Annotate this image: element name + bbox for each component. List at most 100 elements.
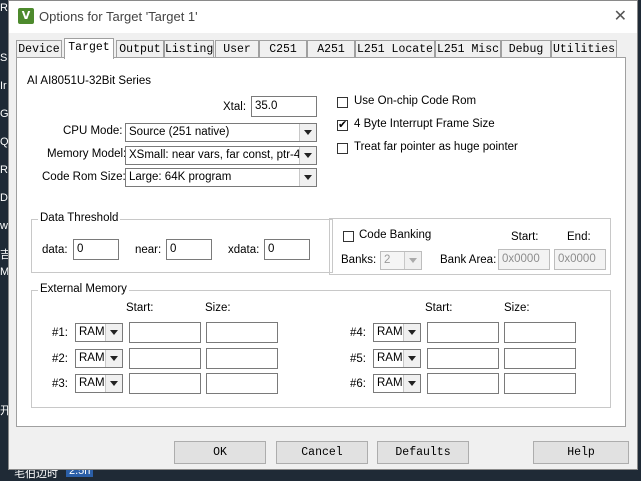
chevron-down-icon[interactable] [105,375,122,392]
ext-mem-type-select[interactable]: RAM [75,349,123,368]
chevron-down-icon[interactable] [299,147,316,164]
chevron-down-icon[interactable] [105,350,122,367]
ext-mem-start-input[interactable] [129,322,201,343]
code-rom-size-value: Large: 64K program [129,171,232,183]
ext-mem-type-select[interactable]: RAM [75,323,123,342]
background-text: R [0,2,8,14]
use-onchip-rom-label[interactable]: Use On-chip Code Rom [354,95,476,107]
ext-mem-size-input[interactable] [206,322,278,343]
window-title: Options for Target 'Target 1' [39,9,198,24]
code-rom-size-select[interactable]: Large: 64K program [125,168,317,187]
far-pointer-huge-checkbox[interactable] [337,143,348,154]
data-threshold-title: Data Threshold [38,212,121,224]
bank-start-label: Start: [511,231,539,243]
background-text: S [0,52,8,64]
ext-mem-type-value: RAM [377,326,403,338]
chevron-down-icon[interactable] [403,375,420,392]
banks-value: 2 [384,254,391,266]
xtal-input[interactable]: 35.0 [251,96,317,117]
ext-row-label: #4: [350,327,366,339]
ext-mem-type-select[interactable]: RAM [373,349,421,368]
chevron-down-icon[interactable] [403,350,420,367]
banks-label: Banks: [341,254,377,266]
target-panel: AI AI8051U-32Bit Series Xtal: 35.0 CPU M… [16,57,626,427]
tab-l251-locate[interactable]: L251 Locate [355,40,435,58]
bank-area-end-input[interactable]: 0x0000 [554,249,606,270]
ext-mem-type-value: RAM [377,352,403,364]
ext-row-label: #3: [52,378,68,390]
data-threshold-near-input[interactable]: 0 [166,239,212,260]
data-threshold-data-input[interactable]: 0 [73,239,119,260]
tab-utilities[interactable]: Utilities [551,40,617,58]
code-banking-label[interactable]: Code Banking [359,229,431,241]
ext-start-label: Start: [425,302,453,314]
chevron-down-icon[interactable] [299,169,316,186]
external-memory-title: External Memory [38,283,129,295]
ext-row-label: #6: [350,378,366,390]
chevron-down-icon[interactable] [404,252,421,269]
ext-mem-size-input[interactable] [206,373,278,394]
ext-mem-size-input[interactable] [206,348,278,369]
far-pointer-huge-label[interactable]: Treat far pointer as huge pointer [354,141,518,153]
chevron-down-icon[interactable] [299,124,316,141]
ext-mem-size-input[interactable] [504,348,576,369]
tab-user[interactable]: User [215,40,259,58]
code-banking-checkbox[interactable] [343,231,354,242]
ext-mem-start-input[interactable] [129,373,201,394]
ext-mem-start-input[interactable] [129,348,201,369]
code-rom-size-label: Code Rom Size: [42,171,126,183]
bank-area-start-input[interactable]: 0x0000 [498,249,550,270]
bank-end-label: End: [567,231,591,243]
tab-listing[interactable]: Listing [164,40,214,58]
device-name: AI AI8051U-32Bit Series [27,75,152,87]
ext-mem-start-input[interactable] [427,348,499,369]
data-label: data: [42,244,68,256]
cancel-button[interactable]: Cancel [276,441,368,464]
four-byte-interrupt-checkbox[interactable] [337,118,348,131]
chevron-down-icon[interactable] [403,324,420,341]
tab-l251-misc[interactable]: L251 Misc [435,40,501,58]
use-onchip-rom-checkbox[interactable] [337,97,348,108]
ext-size-label: Size: [205,302,231,314]
ext-mem-type-value: RAM [79,377,105,389]
memory-model-select[interactable]: XSmall: near vars, far const, ptr-4 [125,146,317,165]
keil-app-icon: V [18,8,34,24]
help-button[interactable]: Help [533,441,629,464]
title-bar[interactable]: V Options for Target 'Target 1' ✕ [9,1,637,33]
tab-debug[interactable]: Debug [501,40,551,58]
ext-row-label: #5: [350,353,366,365]
ext-mem-type-select[interactable]: RAM [75,374,123,393]
tab-c251[interactable]: C251 [259,40,307,58]
options-dialog: V Options for Target 'Target 1' ✕ Device… [8,0,638,470]
memory-model-value: XSmall: near vars, far const, ptr-4 [129,149,301,161]
ext-mem-type-select[interactable]: RAM [373,323,421,342]
data-threshold-group: Data Threshold data: 0 near: 0 xdata: 0 [31,212,333,273]
tab-output[interactable]: Output [116,40,164,58]
ext-mem-start-input[interactable] [427,373,499,394]
ext-start-label: Start: [126,302,154,314]
background-text: D [0,192,8,204]
chevron-down-icon[interactable] [105,324,122,341]
ext-mem-size-input[interactable] [504,322,576,343]
defaults-button[interactable]: Defaults [377,441,469,464]
data-threshold-xdata-input[interactable]: 0 [264,239,310,260]
external-memory-group: External Memory Start: Size: Start: Size… [31,283,611,408]
tab-device[interactable]: Device [16,40,62,58]
bank-area-label: Bank Area: [440,254,497,266]
tab-a251[interactable]: A251 [307,40,355,58]
background-text: R [0,164,8,176]
tab-target[interactable]: Target [64,38,114,59]
ext-row-label: #1: [52,327,68,339]
ok-button[interactable]: OK [174,441,266,464]
xtal-label: Xtal: [223,101,247,113]
ext-mem-size-input[interactable] [504,373,576,394]
near-label: near: [135,244,162,256]
ext-mem-type-select[interactable]: RAM [373,374,421,393]
code-banking-group: Code Banking Start: End: Banks: 2 Bank A… [329,218,611,275]
banks-select[interactable]: 2 [380,251,422,270]
close-icon[interactable]: ✕ [614,6,627,25]
four-byte-interrupt-label[interactable]: 4 Byte Interrupt Frame Size [354,118,495,130]
ext-mem-start-input[interactable] [427,322,499,343]
cpu-mode-select[interactable]: Source (251 native) [125,123,317,142]
ext-mem-type-value: RAM [79,352,105,364]
